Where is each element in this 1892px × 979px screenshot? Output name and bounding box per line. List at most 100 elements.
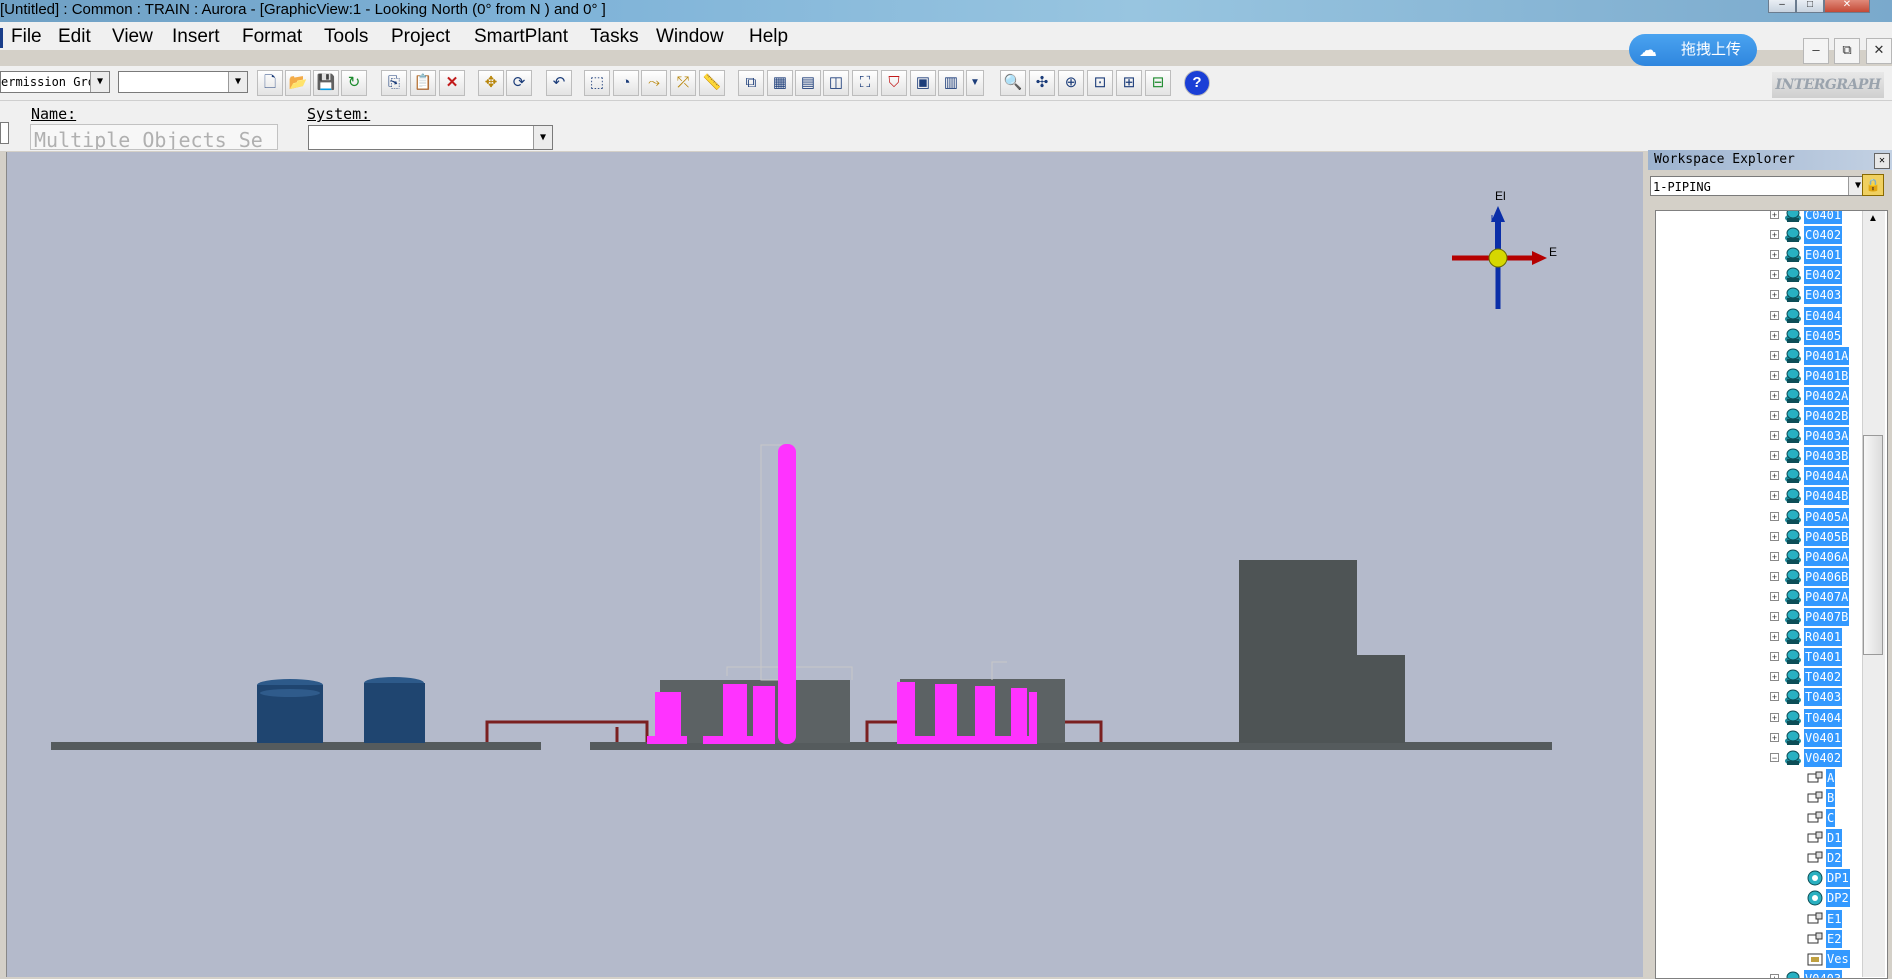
copy-icon[interactable]: ⎘ (381, 70, 407, 96)
insert-component-icon[interactable]: ⤱ (670, 70, 696, 96)
chevron-down-icon[interactable]: ▼ (228, 72, 247, 92)
zoom-area-icon[interactable]: ⛶ (852, 70, 878, 96)
tree-node[interactable]: + P0405B (1656, 527, 1862, 547)
select-box-icon[interactable]: ⬚ (584, 70, 610, 96)
chevron-down-icon[interactable]: ▼ (90, 72, 109, 92)
expand-icon[interactable]: + (1770, 390, 1779, 400)
expand-icon[interactable]: + (1770, 411, 1779, 421)
tree-node[interactable]: + E0402 (1656, 265, 1862, 285)
tree-node[interactable]: E2 (1656, 929, 1862, 949)
graphic-view[interactable]: El E (6, 152, 1643, 977)
maximize-window-button[interactable]: □ (1796, 0, 1824, 13)
expand-icon[interactable]: + (1770, 211, 1779, 220)
tree-node[interactable]: + P0401A (1656, 346, 1862, 366)
expand-icon[interactable]: + (1770, 632, 1779, 642)
system-combo[interactable]: ▼ (308, 125, 553, 150)
tree-node[interactable]: + E0401 (1656, 245, 1862, 265)
tree-node[interactable]: + P0406B (1656, 567, 1862, 587)
save-icon[interactable]: 💾 (313, 70, 339, 96)
tree-node[interactable]: + V0403 (1656, 969, 1862, 978)
paste-icon[interactable]: 📋 (410, 70, 436, 96)
expand-icon[interactable]: + (1770, 451, 1779, 461)
tree-node[interactable]: + T0401 (1656, 647, 1862, 667)
filter-icon[interactable]: ⛉ (881, 70, 907, 96)
new-file-icon[interactable]: 🗋 (257, 70, 283, 96)
permission-group-combo[interactable]: ermission Gro ▼ (0, 71, 110, 93)
menu-smartplant[interactable]: SmartPlant (474, 27, 568, 47)
measure-icon[interactable]: ◔ (613, 70, 639, 96)
expand-icon[interactable]: + (1770, 491, 1779, 501)
tree-node[interactable]: + P0406A (1656, 547, 1862, 567)
tree-node[interactable]: + P0404A (1656, 466, 1862, 486)
plant-model-view[interactable]: El E (7, 152, 1643, 977)
tree-node[interactable]: C (1656, 808, 1862, 828)
render-icon[interactable]: ▥ (938, 70, 964, 96)
menu-edit[interactable]: Edit (58, 27, 91, 47)
display-icon[interactable]: ▣ (910, 70, 936, 96)
pan-icon[interactable]: ✣ (1029, 70, 1055, 96)
tree-node[interactable]: + E0403 (1656, 285, 1862, 305)
expand-icon[interactable]: + (1770, 511, 1779, 521)
explorer-filter-combo[interactable]: 1-PIPING ▼ (1650, 176, 1868, 196)
tree-node[interactable]: − V0402 (1656, 748, 1862, 768)
tree-node[interactable]: + P0405A (1656, 507, 1862, 527)
mdi-restore-button[interactable]: ⧉ (1834, 38, 1860, 64)
chevron-down-icon[interactable]: ▼ (533, 126, 552, 149)
expand-icon[interactable]: + (1770, 230, 1779, 240)
collapse-icon[interactable]: − (1770, 752, 1779, 762)
zoom-window-icon[interactable]: ⊕ (1058, 70, 1084, 96)
refresh-icon[interactable]: ↻ (341, 70, 367, 96)
menu-tools[interactable]: Tools (324, 27, 368, 47)
expand-icon[interactable]: + (1770, 612, 1779, 622)
menu-format[interactable]: Format (242, 27, 302, 47)
tree-node[interactable]: B (1656, 788, 1862, 808)
expand-icon[interactable]: + (1770, 350, 1779, 360)
expand-icon[interactable]: + (1770, 672, 1779, 682)
tree-node[interactable]: + P0401B (1656, 366, 1862, 386)
menu-tasks[interactable]: Tasks (590, 27, 639, 47)
common-views-icon[interactable]: ▦ (767, 70, 793, 96)
tree-node[interactable]: + P0404B (1656, 486, 1862, 506)
mdi-close-button[interactable]: ✕ (1866, 38, 1892, 64)
expand-icon[interactable]: + (1770, 692, 1779, 702)
scroll-up-icon[interactable]: ▲ (1868, 213, 1878, 224)
mdi-minimize-button[interactable]: – (1803, 38, 1829, 64)
drag-upload-button[interactable]: ☁ 拖拽上传 (1629, 34, 1757, 66)
tree-node[interactable]: E1 (1656, 909, 1862, 929)
close-icon[interactable]: ✕ (1874, 153, 1890, 169)
tree-node[interactable]: A (1656, 768, 1862, 788)
minimize-window-button[interactable]: – (1768, 0, 1796, 13)
expand-icon[interactable]: + (1770, 591, 1779, 601)
tree-node[interactable]: + P0403A (1656, 426, 1862, 446)
expand-icon[interactable]: + (1770, 571, 1779, 581)
tree-node[interactable]: + T0404 (1656, 708, 1862, 728)
expand-icon[interactable]: + (1770, 973, 1779, 978)
tree-node[interactable]: D2 (1656, 848, 1862, 868)
expand-icon[interactable]: + (1770, 270, 1779, 280)
tree-node[interactable]: DP2 (1656, 888, 1862, 908)
named-views-icon[interactable]: ⊞ (1116, 70, 1142, 96)
expand-icon[interactable]: + (1770, 471, 1779, 481)
name-field[interactable]: Multiple Objects Se (30, 124, 278, 150)
tree-node[interactable]: DP1 (1656, 868, 1862, 888)
expand-icon[interactable]: + (1770, 330, 1779, 340)
properties-toggle-button[interactable] (0, 122, 9, 144)
undo-icon[interactable]: ↶ (546, 70, 572, 96)
delete-icon[interactable]: ✕ (439, 70, 465, 96)
expand-icon[interactable]: + (1770, 732, 1779, 742)
tree-node[interactable]: + P0407A (1656, 587, 1862, 607)
tree-node[interactable]: + P0403B (1656, 446, 1862, 466)
tree-node[interactable]: D1 (1656, 828, 1862, 848)
tree-node[interactable]: + T0403 (1656, 687, 1862, 707)
clip-view-icon[interactable]: ⧉ (738, 70, 764, 96)
workspace-tree[interactable]: + C0401 + C0402 + E0401 + E0402 + E0403 + E0404 + E04… (1655, 210, 1888, 979)
menu-file[interactable]: File (11, 27, 42, 47)
expand-icon[interactable]: + (1770, 310, 1779, 320)
tree-node[interactable]: + E0405 (1656, 326, 1862, 346)
tree-node[interactable]: + C0401 (1656, 211, 1862, 225)
fit-view-icon[interactable]: ⊡ (1087, 70, 1113, 96)
menu-window[interactable]: Window (656, 27, 724, 47)
tree-node[interactable]: + T0402 (1656, 667, 1862, 687)
expand-icon[interactable]: + (1770, 652, 1779, 662)
tree-node[interactable]: + P0402A (1656, 386, 1862, 406)
